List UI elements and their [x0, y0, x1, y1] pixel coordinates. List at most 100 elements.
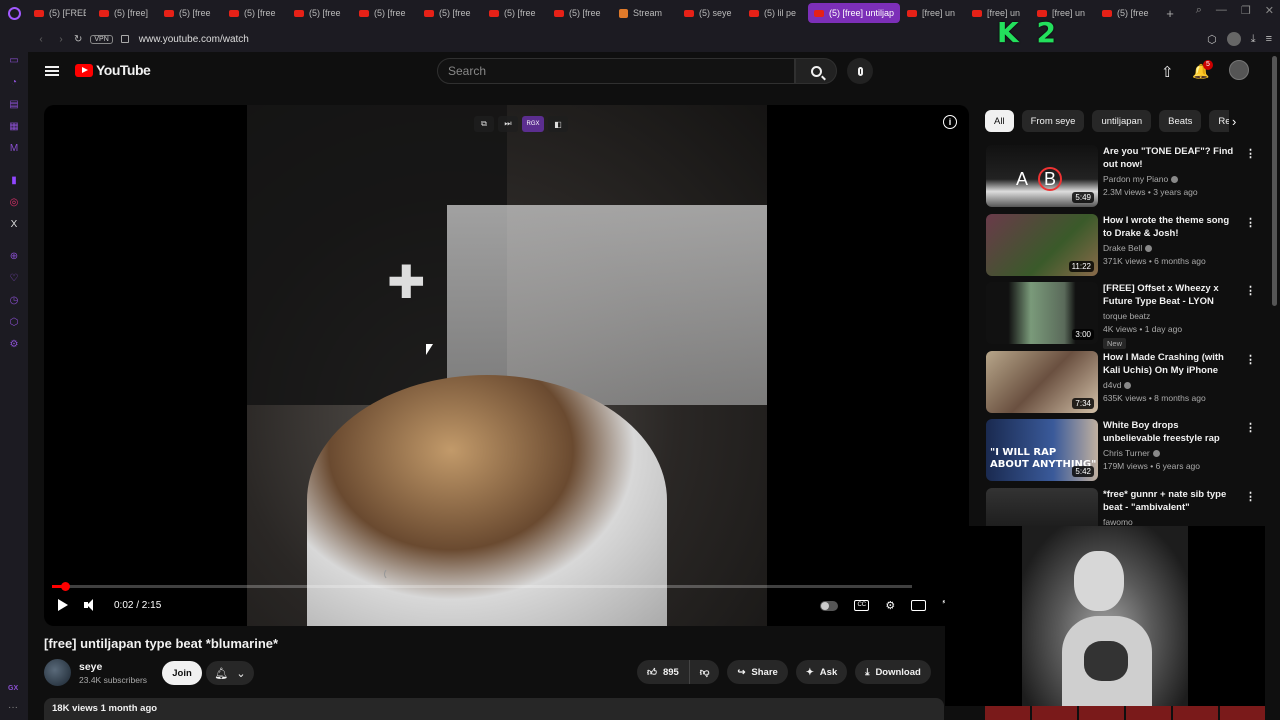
video-thumbnail[interactable]: 11:22	[986, 213, 1098, 276]
recommendation-item[interactable]: A B 5:49 Are you "TONE DEAF"? Find out now!…	[986, 145, 1258, 214]
recommendation-title[interactable]: White Boy drops unbelievable freestyle r…	[1103, 419, 1238, 445]
recommendation-title[interactable]: [FREE] Offset x Wheezy x Future Type Bea…	[1103, 282, 1238, 308]
menu-icon[interactable]: ≡	[1266, 33, 1272, 45]
recommendation-title[interactable]: How I wrote the theme song to Drake & Jo…	[1103, 214, 1238, 240]
browser-tab[interactable]: (5) [free	[1096, 3, 1160, 23]
browser-tab[interactable]: (5) [free	[483, 3, 547, 23]
x-icon[interactable]: X	[9, 220, 19, 230]
sidebar-more-icon[interactable]: ···	[8, 702, 18, 713]
back-icon[interactable]: ‹	[34, 34, 48, 45]
browser-tab[interactable]: (5) [FREE	[28, 3, 92, 23]
join-button[interactable]: Join	[162, 661, 202, 685]
browser-tab[interactable]: [free] un	[901, 3, 965, 23]
search-button[interactable]	[795, 58, 837, 84]
page-scrollbar[interactable]	[1272, 56, 1277, 306]
share-button[interactable]: ↪ Share	[727, 660, 788, 684]
dislike-button[interactable]: 👎︎	[689, 660, 720, 684]
scrubber-handle[interactable]	[60, 582, 70, 591]
profile-avatar[interactable]	[1226, 32, 1241, 46]
more-actions-icon[interactable]: ⋮	[1245, 147, 1256, 160]
recommendation-title[interactable]: How I Made Crashing (with Kali Uchis) On…	[1103, 351, 1238, 377]
history-icon[interactable]: ◔	[9, 78, 19, 88]
ask-button[interactable]: ✦ Ask	[795, 660, 848, 684]
play-icon[interactable]	[58, 599, 68, 611]
cube-icon[interactable]: ⬡	[9, 318, 19, 328]
gx-label[interactable]: GX	[8, 685, 18, 692]
recommendation-channel[interactable]: Pardon my Piano	[1103, 174, 1179, 184]
browser-tab[interactable]: (5) [free	[158, 3, 222, 23]
recommendation-channel[interactable]: fawomo	[1103, 517, 1133, 527]
video-thumbnail[interactable]: "I WILL RAP ABOUT ANYTHING" 5:42	[986, 419, 1098, 481]
more-actions-icon[interactable]: ⋮	[1245, 284, 1256, 297]
extension-icon[interactable]: ⬡	[1207, 33, 1217, 46]
news-icon[interactable]: ▦	[9, 122, 19, 132]
browser-tab[interactable]: (5) [free	[353, 3, 417, 23]
recommendation-title[interactable]: Are you "TONE DEAF"? Find out now!	[1103, 145, 1238, 171]
popout-icon[interactable]: ⧉	[474, 116, 494, 132]
download-icon[interactable]: ⤓	[1251, 33, 1256, 46]
more-actions-icon[interactable]: ⋮	[1245, 421, 1256, 434]
lock-icon[interactable]	[120, 35, 129, 43]
close-window-icon[interactable]: ✕	[1265, 4, 1274, 17]
wallet-icon[interactable]: ▤	[9, 100, 19, 110]
music-icon[interactable]: M	[9, 144, 19, 154]
more-actions-icon[interactable]: ⋮	[1245, 216, 1256, 229]
description-box[interactable]: 18K views 1 month ago	[44, 698, 944, 720]
instagram-icon[interactable]: ◎	[9, 198, 19, 208]
filter-chip[interactable]: Rela	[1209, 110, 1229, 132]
browser-tab[interactable]: (5) [free	[548, 3, 612, 23]
account-avatar[interactable]	[1229, 60, 1249, 80]
upload-icon[interactable]: ⇧	[1161, 63, 1174, 81]
video-thumbnail[interactable]: 7:34	[986, 350, 1098, 413]
url-field[interactable]: www.youtube.com/watch	[139, 34, 249, 45]
clock-icon[interactable]: ◷	[9, 296, 19, 306]
channel-avatar[interactable]	[44, 659, 71, 686]
twitch-icon[interactable]: ▮	[9, 176, 19, 186]
channel-name[interactable]: seye	[79, 661, 102, 673]
info-icon[interactable]: i	[943, 115, 957, 129]
messenger-icon[interactable]: ▭	[9, 56, 19, 66]
search-tabs-icon[interactable]: ⌕	[1196, 4, 1202, 17]
more-actions-icon[interactable]: ⋮	[1245, 353, 1256, 366]
browser-tab[interactable]: (5) [free	[288, 3, 352, 23]
forward-icon[interactable]: ›	[54, 34, 68, 45]
download-button[interactable]: ⤓ Download	[855, 660, 931, 684]
recommendation-channel[interactable]: d4vd	[1103, 380, 1132, 390]
youtube-logo[interactable]: YouTube	[75, 62, 151, 78]
subscription-bell-button[interactable]: 🔔︎ ⌄	[206, 661, 254, 685]
layout-icon[interactable]: ◧	[548, 116, 568, 132]
search-input[interactable]: Search	[437, 58, 795, 84]
maximize-icon[interactable]: ❐	[1241, 4, 1251, 17]
autoplay-toggle[interactable]	[820, 600, 839, 611]
recommendation-item[interactable]: 11:22 How I wrote the theme song to Drake…	[986, 213, 1258, 283]
skip-icon[interactable]: ⏭	[498, 116, 518, 132]
vpn-badge[interactable]: VPN	[90, 34, 113, 44]
browser-tab[interactable]: (5) [free	[418, 3, 482, 23]
filter-chip[interactable]: untiljapan	[1092, 110, 1152, 132]
video-thumbnail[interactable]: A B 5:49	[986, 145, 1098, 207]
recommendation-title[interactable]: *free* gunnr + nate sib type beat - "amb…	[1103, 488, 1238, 514]
browser-tab[interactable]: (5) [free] untiljap	[808, 3, 900, 23]
reload-icon[interactable]: ↻	[74, 34, 82, 45]
add-icon[interactable]: ⊕	[9, 252, 19, 262]
video-player[interactable]: ✚ ⧉ ⏭ RGX ◧ i 0:02 / 2:15 CC ⚙ ⤡	[44, 105, 969, 626]
browser-tab[interactable]: Stream	[613, 3, 677, 23]
recommendation-channel[interactable]: Chris Turner	[1103, 448, 1160, 458]
browser-tab[interactable]: (5) [free	[223, 3, 287, 23]
recommendation-channel[interactable]: Drake Bell	[1103, 243, 1153, 253]
chevron-right-icon[interactable]: ›	[1232, 114, 1236, 129]
new-tab-button[interactable]: +	[1160, 6, 1180, 21]
filter-chip[interactable]: Beats	[1159, 110, 1202, 132]
browser-tab[interactable]: (5) [free]	[93, 3, 157, 23]
progress-bar[interactable]	[52, 582, 912, 591]
guide-menu-icon[interactable]	[45, 66, 59, 76]
browser-tab[interactable]: (5) seye	[678, 3, 742, 23]
more-actions-icon[interactable]: ⋮	[1245, 490, 1256, 503]
like-button[interactable]: 👍︎ 895	[637, 660, 690, 684]
opera-gx-logo-icon[interactable]	[0, 0, 28, 26]
captions-icon[interactable]: CC	[854, 600, 870, 611]
filter-chip[interactable]: All	[985, 110, 1014, 132]
browser-tab[interactable]: (5) lil pe	[743, 3, 807, 23]
filter-chip[interactable]: From seye	[1021, 110, 1085, 132]
recommendation-channel[interactable]: torque beatz	[1103, 311, 1150, 321]
